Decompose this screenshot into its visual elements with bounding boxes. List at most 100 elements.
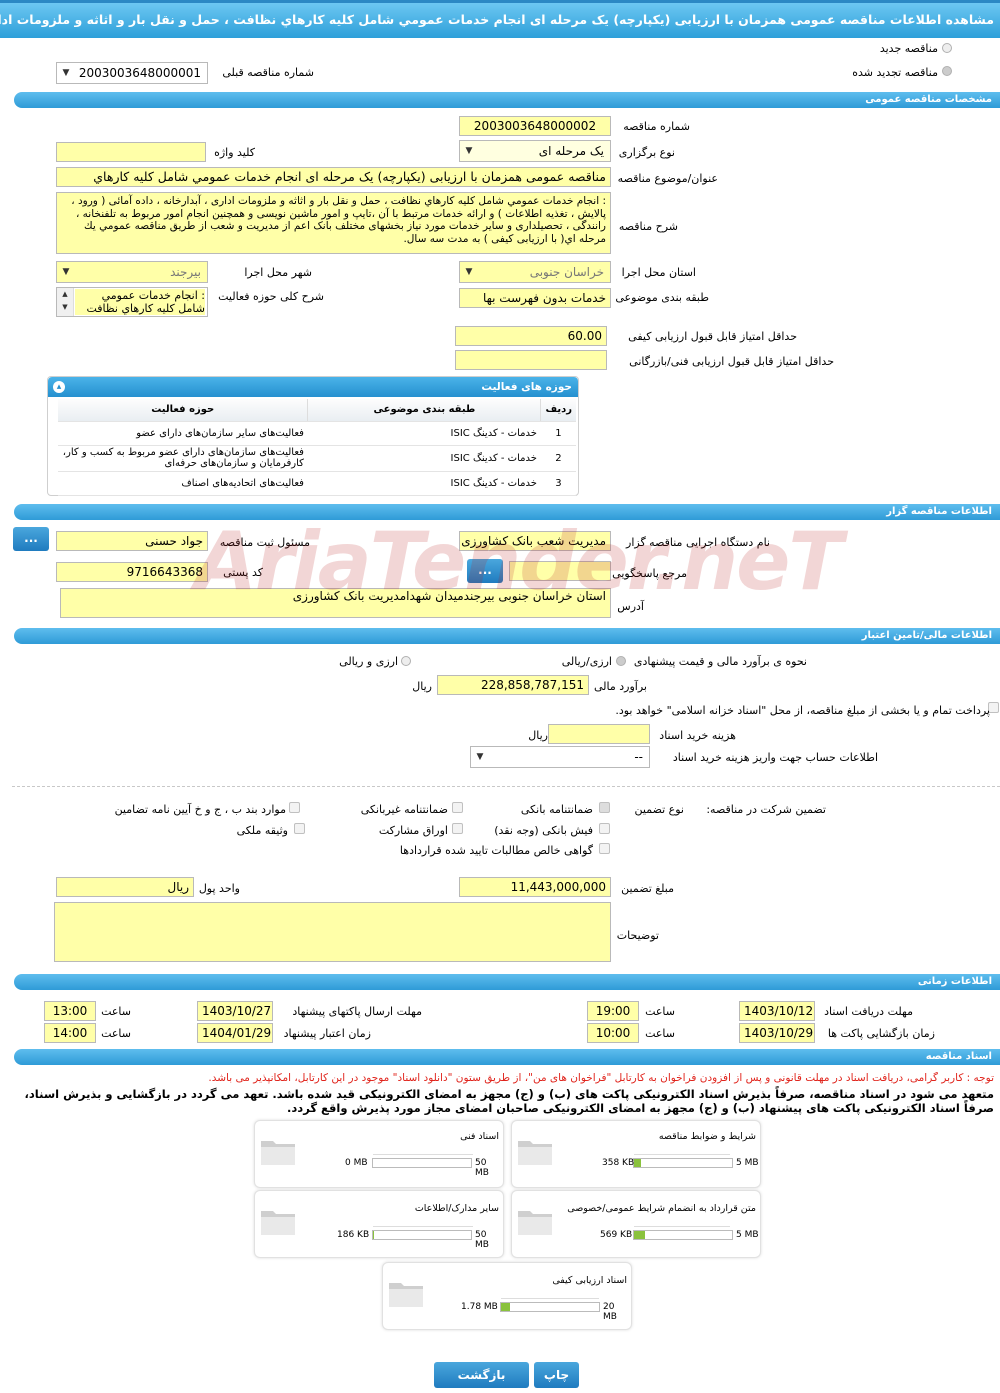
bank-guarantee-checkbox[interactable] xyxy=(599,802,610,813)
account-label: اطلاعات حساب جهت واریز هزینه خرید اسناد xyxy=(672,751,878,764)
chevron-down-icon: ▼ xyxy=(62,267,70,277)
cash-receipt-checkbox[interactable] xyxy=(599,823,610,834)
receivables-checkbox[interactable] xyxy=(599,843,610,854)
valid-label: زمان اعتبار پیشنهاد xyxy=(283,1027,371,1040)
scope-textarea[interactable]: ▲ ▼ : انجام خدمات عمومي شامل کليه کارهاي … xyxy=(56,287,208,317)
chevron-down-icon: ▼ xyxy=(465,267,473,277)
account-select[interactable]: ▼ -- xyxy=(470,746,650,768)
method-label: نحوه ی برآورد مالی و قیمت پیشنهادی xyxy=(633,655,807,668)
note-red: توجه : کاربر گرامی، دریافت اسناد در مهلت… xyxy=(208,1072,994,1084)
guarantee-type-label: نوع تضمین xyxy=(634,803,684,816)
bylaw-label: موارد بند ب ، ج و خ آیین نامه تضامین xyxy=(114,803,286,816)
valid-time-label: ساعت xyxy=(101,1027,131,1040)
officer-lookup-button[interactable]: ... xyxy=(13,527,49,551)
desc-label: شرح مناقصه xyxy=(618,220,678,233)
file-box-contract[interactable]: متن قرارداد به انضمام شرایط عمومی/خصوصی … xyxy=(511,1190,761,1258)
rial-label: ارزی/ریالی xyxy=(561,655,612,668)
renewed-tender-radio[interactable] xyxy=(942,66,952,76)
bonds-checkbox[interactable] xyxy=(452,823,463,834)
file-box-other[interactable]: سایر مدارک/اطلاعات 186 KB 50 MB xyxy=(254,1190,504,1258)
file-box-technical[interactable]: اسناد فنی 0 MB 50 MB xyxy=(254,1120,504,1188)
min-tech-field xyxy=(455,350,607,370)
progress-bar xyxy=(372,1158,472,1168)
tender-number-field: 2003003648000002 xyxy=(459,116,611,136)
min-tech-label: حداقل امتیاز قابل قبول ارزیابی فنی/بازرگ… xyxy=(629,355,834,368)
submit-label: مهلت ارسال پاکتهای پیشنهاد xyxy=(292,1005,422,1018)
receive-label: مهلت دریافت اسناد xyxy=(824,1005,913,1018)
section-timing: اطلاعات زمانی xyxy=(14,974,1000,990)
open-label: زمان بازگشایی پاکت ها xyxy=(827,1027,935,1040)
subject-field: مناقصه عمومی همزمان با ارزیابی (یکپارچه)… xyxy=(56,167,611,187)
activities-table: ردیف طبقه بندی موضوعی حوزه فعالیت 1 خدما… xyxy=(58,399,576,496)
mixed-radio[interactable] xyxy=(401,656,411,666)
receive-time-label: ساعت xyxy=(645,1005,675,1018)
table-row: 2 خدمات - کدینگ ISIC فعالیت‌های سازمان‌ه… xyxy=(58,445,576,472)
prev-number-label: شماره مناقصه قبلی xyxy=(222,66,314,79)
participation-label: تضمین شرکت در مناقصه: xyxy=(706,803,826,816)
prev-number-select[interactable]: ▼ 2003003648000001 xyxy=(56,62,208,84)
scrollbar[interactable]: ▲ ▼ xyxy=(57,288,74,316)
notes-label: توضیحات xyxy=(616,929,659,942)
keyword-input[interactable] xyxy=(56,142,206,162)
doc-cost-label: هزینه خرید اسناد xyxy=(659,729,736,742)
print-button[interactable]: چاپ xyxy=(534,1362,579,1388)
estimate-field: 228,858,787,151 xyxy=(437,675,589,695)
type-select[interactable]: ▼ یک مرحله ای xyxy=(459,140,611,162)
type-label: نوع برگزاری xyxy=(618,146,675,159)
progress-bar xyxy=(500,1302,600,1312)
folder-icon xyxy=(389,1283,423,1307)
property-checkbox[interactable] xyxy=(294,823,305,834)
province-label: استان محل اجرا xyxy=(621,266,696,279)
section-documents: اسناد مناقصه xyxy=(14,1049,1000,1065)
receivables-label: گواهی خالص مطالبات تایید شده قراردادها xyxy=(399,844,593,857)
new-tender-label: مناقصه جدید xyxy=(879,42,938,55)
table-row: 1 خدمات - کدینگ ISIC فعالیت‌های سایر ساز… xyxy=(58,421,576,446)
folder-icon xyxy=(261,1141,295,1165)
collapse-icon[interactable]: ▴ xyxy=(53,381,65,393)
bonds-label: اوراق مشارکت xyxy=(378,824,448,837)
file-box-conditions[interactable]: شرایط و ضوابط مناقصه 358 KB 5 MB xyxy=(511,1120,761,1188)
submit-date: 1403/10/27 xyxy=(197,1001,273,1021)
mixed-label: ارزی و ریالی xyxy=(339,655,398,668)
chevron-down-icon: ▼ xyxy=(62,68,70,78)
notes-field xyxy=(54,902,611,962)
watermark: AriaTender.neT xyxy=(195,515,843,608)
estimate-label: برآورد مالی xyxy=(594,680,647,693)
province-select[interactable]: ▼ خراسان جنوبی xyxy=(459,261,611,283)
city-select[interactable]: ▼ بیرجند xyxy=(56,261,208,283)
back-button[interactable]: بازگشت xyxy=(434,1362,529,1388)
nonbank-guarantee-label: ضمانتنامه غیربانکی xyxy=(360,803,448,816)
open-date: 1403/10/29 xyxy=(739,1023,815,1043)
min-quality-label: حداقل امتیاز قابل قبول ارزیابی کیفی xyxy=(628,330,797,343)
col-row: ردیف xyxy=(540,399,576,422)
min-quality-field: 60.00 xyxy=(455,326,607,346)
receive-time: 19:00 xyxy=(587,1001,639,1021)
category-field: خدمات بدون فهرست بها xyxy=(459,288,611,308)
treasury-label: پرداخت تمام و یا بخشی از مبلغ مناقصه، از… xyxy=(615,704,990,717)
progress-bar xyxy=(633,1230,733,1240)
receive-date: 1403/10/12 xyxy=(739,1001,815,1021)
property-label: وثیقه ملکی xyxy=(236,824,288,837)
folder-icon xyxy=(261,1211,295,1235)
doc-cost-unit: ریال xyxy=(528,729,548,742)
page-title: مشاهده اطلاعات مناقصه عمومی همزمان با ار… xyxy=(0,0,1000,38)
folder-icon xyxy=(518,1141,552,1165)
rial-radio[interactable] xyxy=(616,656,626,666)
file-box-quality[interactable]: اسناد ارزیابی کیفی 1.78 MB 20 MB xyxy=(382,1262,632,1330)
valid-date: 1404/01/29 xyxy=(197,1023,273,1043)
bylaw-checkbox[interactable] xyxy=(289,802,300,813)
progress-bar xyxy=(633,1158,733,1168)
keyword-label: کلید واژه xyxy=(214,146,255,159)
submit-time-label: ساعت xyxy=(101,1005,131,1018)
activities-title: حوزه های فعالیت xyxy=(48,377,578,397)
scope-label: شرح کلی حوزه فعالیت xyxy=(218,290,324,303)
category-label: طبقه بندی موضوعی xyxy=(615,291,709,304)
nonbank-guarantee-checkbox[interactable] xyxy=(452,802,463,813)
amount-label: مبلغ تضمین xyxy=(621,882,674,895)
chevron-down-icon: ▼ xyxy=(476,752,484,762)
bank-guarantee-label: ضمانتنامه بانکی xyxy=(520,803,593,816)
amount-field: 11,443,000,000 xyxy=(459,877,611,897)
officer-field: جواد حسنی xyxy=(56,531,208,551)
section-finance: اطلاعات مالی/تامین اعتبار xyxy=(14,628,1000,644)
new-tender-radio[interactable] xyxy=(942,43,952,53)
